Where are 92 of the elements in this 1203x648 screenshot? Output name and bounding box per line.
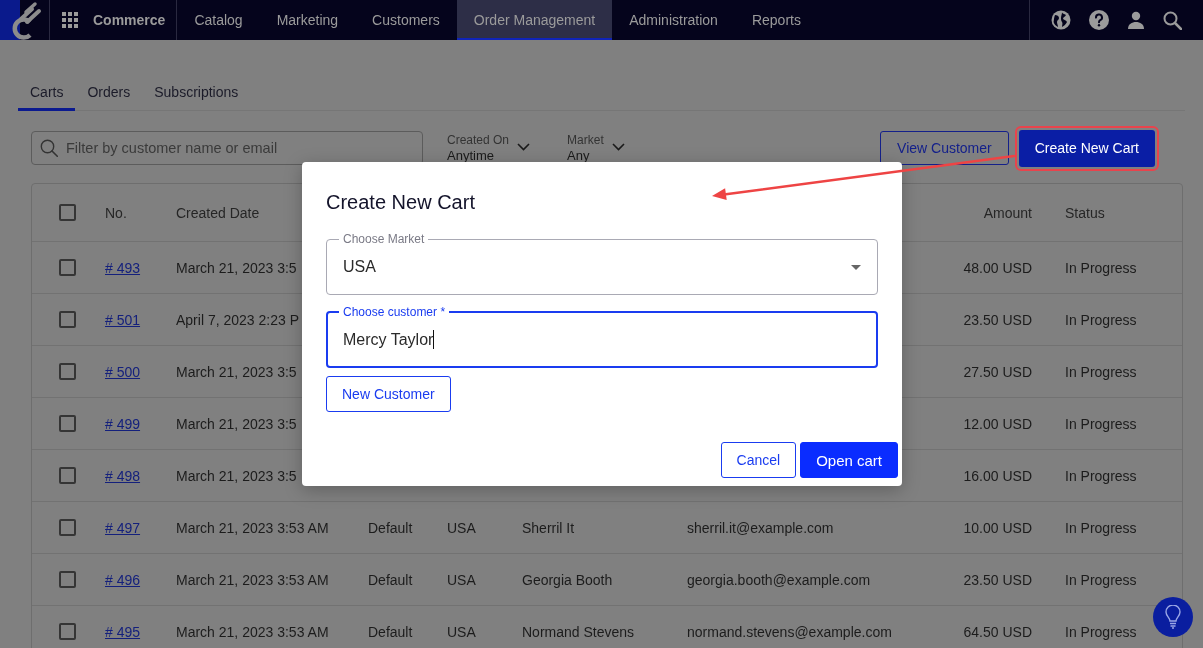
order-link[interactable]: # 498 <box>105 467 141 484</box>
table-cell: In Progress <box>1065 571 1137 588</box>
tips-button[interactable] <box>1153 597 1193 637</box>
table-cell: 16.00 USD <box>963 467 1032 484</box>
table-cell: 10.00 USD <box>963 519 1032 536</box>
table-cell: Default <box>368 623 413 640</box>
nav-tab[interactable]: Reports <box>734 0 818 40</box>
chevron-down-icon <box>517 143 531 151</box>
checkbox[interactable] <box>59 363 76 380</box>
table-cell: 48.00 USD <box>963 259 1032 276</box>
table-cell: 12.00 USD <box>963 415 1032 432</box>
order-link[interactable]: # 496 <box>105 571 141 588</box>
table-cell: March 21, 2023 3:53 AM <box>176 623 329 640</box>
tab[interactable]: Carts <box>18 72 76 111</box>
lightbulb-icon <box>1165 605 1181 629</box>
field-value: USA <box>343 258 376 276</box>
table-cell: In Progress <box>1065 259 1137 276</box>
checkbox[interactable] <box>59 311 76 328</box>
table-cell: March 21, 2023 3:5 <box>176 467 297 484</box>
table-cell: USA <box>447 571 476 588</box>
order-link[interactable]: # 500 <box>105 363 141 380</box>
table-cell: April 7, 2023 2:23 P <box>176 311 299 328</box>
table-cell: March 21, 2023 3:5 <box>176 363 297 380</box>
caret-icon <box>851 264 861 270</box>
table-cell: In Progress <box>1065 519 1137 536</box>
tab[interactable]: Orders <box>75 72 143 111</box>
checkbox[interactable] <box>59 467 76 484</box>
table-cell: 64.50 USD <box>963 623 1032 640</box>
primary-button[interactable]: Open cart <box>800 442 898 478</box>
order-link[interactable]: # 497 <box>105 519 141 536</box>
table-cell: In Progress <box>1065 467 1137 484</box>
nav-tab[interactable]: Customers <box>355 0 457 40</box>
table-cell: sherril.it@example.com <box>687 519 834 536</box>
table-cell: In Progress <box>1065 623 1137 640</box>
outline-button[interactable]: New Customer <box>326 376 451 412</box>
field-value: Mercy Taylor <box>343 330 434 349</box>
nav-tab[interactable]: Catalog <box>177 0 260 40</box>
checkbox[interactable] <box>59 519 76 536</box>
table-cell: Normand Stevens <box>522 623 635 640</box>
table-cell: In Progress <box>1065 311 1137 328</box>
customer-input[interactable]: Choose customer * Mercy Taylor <box>326 305 878 368</box>
column-header: No. <box>105 204 127 221</box>
checkbox[interactable] <box>59 571 76 588</box>
table-cell: March 21, 2023 3:53 AM <box>176 571 329 588</box>
checkbox[interactable] <box>59 204 76 221</box>
order-link[interactable]: # 495 <box>105 623 141 640</box>
dialog-title: Create New Cart <box>326 190 475 214</box>
help-icon[interactable] <box>1089 10 1109 30</box>
table-cell: 23.50 USD <box>963 571 1032 588</box>
outline-button[interactable]: Cancel <box>720 442 797 478</box>
checkbox[interactable] <box>59 415 76 432</box>
table-cell: Sherril It <box>522 519 575 536</box>
table-cell: March 21, 2023 3:53 AM <box>176 519 329 536</box>
primary-button[interactable]: Create New Cart <box>1018 129 1155 167</box>
field-label: Choose customer * <box>342 305 447 319</box>
text-cursor-icon <box>433 330 435 349</box>
table-cell: normand.stevens@example.com <box>687 623 892 640</box>
market-select[interactable]: Choose Market USA <box>326 232 878 295</box>
table-cell: In Progress <box>1065 363 1137 380</box>
table-cell: Default <box>368 571 413 588</box>
user-icon[interactable] <box>1127 11 1145 29</box>
logo-icon[interactable] <box>0 0 44 40</box>
nav-tab[interactable]: Marketing <box>259 0 356 40</box>
table-cell: georgia.booth@example.com <box>687 571 871 588</box>
tab[interactable]: Subscriptions <box>142 72 251 111</box>
column-header: Amount <box>983 204 1032 221</box>
app-grid-icon[interactable] <box>62 12 78 28</box>
chevron-down-icon <box>611 143 625 151</box>
search-icon <box>40 139 58 157</box>
checkbox[interactable] <box>59 259 76 276</box>
table-cell: USA <box>447 623 476 640</box>
checkbox[interactable] <box>59 623 76 640</box>
table-cell: 23.50 USD <box>963 311 1032 328</box>
order-link[interactable]: # 493 <box>105 259 141 276</box>
table-cell: 27.50 USD <box>963 363 1032 380</box>
field-label: Choose Market <box>342 232 426 246</box>
app-name[interactable]: Commerce <box>93 12 166 28</box>
nav-tab[interactable]: Order Management <box>456 0 613 40</box>
table-cell: March 21, 2023 3:5 <box>176 415 297 432</box>
column-header: Status <box>1065 204 1105 221</box>
search-icon[interactable] <box>1163 10 1182 30</box>
filter-dropdown[interactable]: Created On Anytime <box>447 131 531 163</box>
table-cell: Georgia Booth <box>522 571 613 588</box>
order-link[interactable]: # 499 <box>105 415 141 432</box>
table-cell: In Progress <box>1065 415 1137 432</box>
column-header: Created Date <box>176 204 260 221</box>
table-cell: Default <box>368 519 413 536</box>
nav-tab[interactable]: Administration <box>612 0 735 40</box>
table-cell: March 21, 2023 3:5 <box>176 259 297 276</box>
table-cell: USA <box>447 519 476 536</box>
order-link[interactable]: # 501 <box>105 311 141 328</box>
globe-icon[interactable] <box>1051 10 1071 30</box>
